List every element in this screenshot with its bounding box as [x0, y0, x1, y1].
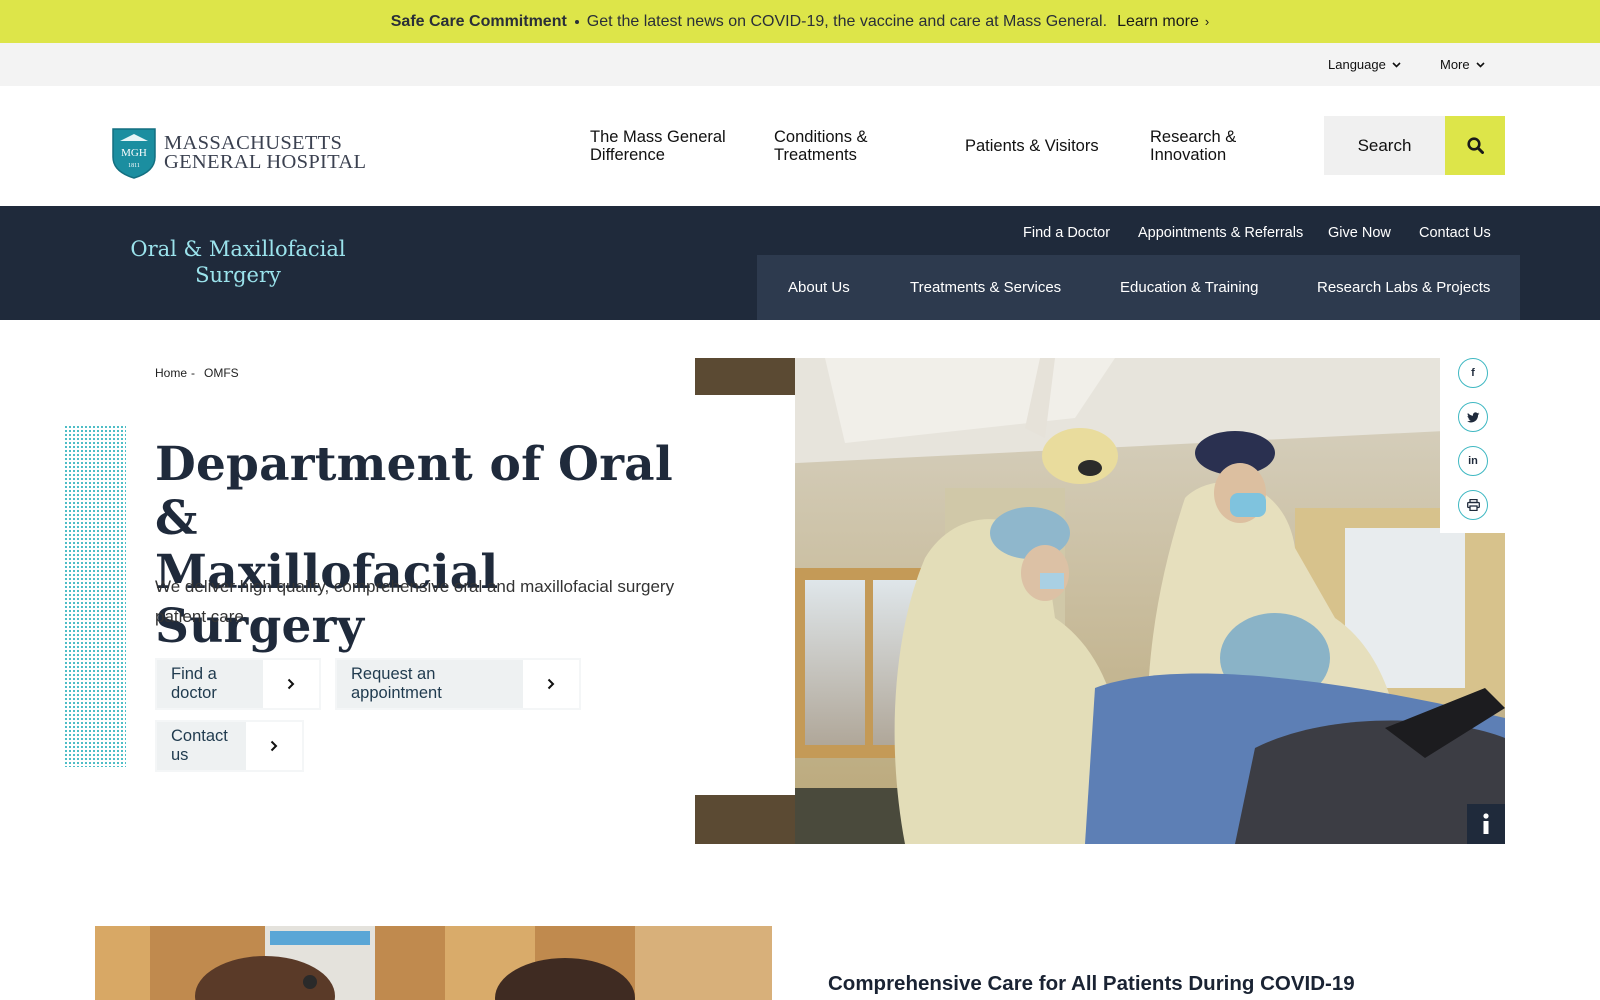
alert-separator-dot — [574, 19, 579, 24]
twitter-icon — [1466, 411, 1479, 422]
linkedin-share-button[interactable]: in — [1458, 446, 1488, 476]
language-label: Language — [1328, 57, 1386, 72]
breadcrumb-home[interactable]: Home — [155, 366, 187, 380]
contact-us-button[interactable]: Contact us — [155, 720, 304, 772]
image-info-button[interactable] — [1467, 804, 1505, 844]
page-title-line1: Department of Oral & — [155, 437, 673, 546]
arrow-right-icon — [523, 660, 579, 708]
request-appointment-button[interactable]: Request an appointment — [335, 658, 581, 710]
arrow-right-icon — [263, 660, 319, 708]
utility-bar: Language More — [0, 43, 1600, 86]
nav-label-line1: The Mass General — [590, 128, 726, 146]
hero-surgery-image — [695, 358, 1505, 844]
mgh-logo[interactable]: MGH 1811 MASSACHUSETTS GENERAL HOSPITAL — [112, 127, 366, 179]
nav-research-innovation[interactable]: Research & Innovation — [1150, 128, 1236, 164]
print-button[interactable] — [1458, 490, 1488, 520]
surgery-photo-illustration — [695, 358, 1505, 844]
learn-more-label: Learn more — [1117, 12, 1199, 30]
search-widget: Search — [1324, 116, 1505, 175]
button-label: Find a doctor — [171, 665, 217, 702]
alert-message: Get the latest news on COVID-19, the vac… — [586, 12, 1108, 30]
decorative-dot-pattern — [64, 425, 126, 767]
alert-bar: Safe Care Commitment Get the latest news… — [0, 0, 1600, 43]
appointments-referrals-link[interactable]: Appointments & Referrals — [1138, 225, 1303, 241]
site-header: MGH 1811 MASSACHUSETTS GENERAL HOSPITAL … — [0, 86, 1600, 206]
button-label: Contact us — [171, 727, 228, 764]
department-subnav: About Us Treatments & Services Education… — [757, 255, 1520, 320]
logo-line-2: GENERAL HOSPITAL — [164, 151, 367, 173]
arrow-right-icon — [246, 722, 302, 770]
section-title: Comprehensive Care for All Patients Duri… — [828, 972, 1355, 995]
department-name[interactable]: Oral & Maxillofacial Surgery — [120, 236, 356, 288]
shield-year: 1811 — [128, 163, 140, 169]
search-submit-button[interactable] — [1445, 116, 1505, 175]
hero-description: We deliver high quality, comprehensive o… — [155, 577, 675, 626]
department-nav-bar: Oral & Maxillofacial Surgery Find a Doct… — [0, 206, 1600, 320]
breadcrumb: Home - OMFS — [155, 366, 239, 380]
give-now-link[interactable]: Give Now — [1328, 225, 1391, 241]
nav-patients-visitors[interactable]: Patients & Visitors — [965, 137, 1099, 155]
breadcrumb-current: OMFS — [204, 366, 239, 380]
nav-label-line2: Treatments — [774, 146, 857, 164]
breadcrumb-separator: - — [191, 366, 196, 380]
subnav-treatments-services[interactable]: Treatments & Services — [910, 279, 1061, 296]
shield-initials: MGH — [121, 147, 147, 159]
facebook-share-button[interactable]: f — [1458, 358, 1488, 388]
nav-label-line2: Difference — [590, 146, 665, 164]
chevron-right-icon: › — [1204, 13, 1210, 29]
language-dropdown[interactable]: Language — [1328, 57, 1401, 72]
chevron-down-icon — [1476, 61, 1485, 68]
alert-title: Safe Care Commitment — [390, 12, 567, 30]
covid-care-photo-illustration — [95, 926, 772, 1000]
nav-label-line1: Research & — [1150, 128, 1237, 146]
twitter-share-button[interactable] — [1458, 402, 1488, 432]
mgh-shield-icon: MGH 1811 — [112, 128, 156, 179]
contact-us-link[interactable]: Contact Us — [1419, 225, 1491, 241]
nav-label-line1: Patients & Visitors — [965, 137, 1099, 155]
learn-more-link[interactable]: Learn more › — [1117, 13, 1209, 31]
facebook-icon: f — [1471, 367, 1475, 379]
subnav-research-labs-projects[interactable]: Research Labs & Projects — [1317, 279, 1490, 296]
chevron-down-icon — [1392, 61, 1401, 68]
nav-label-line1: Conditions & — [774, 128, 868, 146]
linkedin-icon: in — [1468, 455, 1478, 467]
info-icon — [1483, 813, 1489, 834]
nav-mass-general-difference[interactable]: The Mass General Difference — [590, 128, 726, 164]
search-button-label[interactable]: Search — [1324, 116, 1445, 175]
department-name-line1: Oral & Maxillofacial — [130, 237, 346, 261]
image-notch — [695, 395, 795, 795]
find-a-doctor-link[interactable]: Find a Doctor — [1023, 225, 1110, 241]
department-name-line2: Surgery — [195, 263, 281, 287]
subnav-about-us[interactable]: About Us — [788, 279, 850, 296]
share-bar: f in — [1440, 338, 1505, 533]
more-dropdown[interactable]: More — [1440, 57, 1485, 72]
covid-care-image — [95, 926, 772, 1000]
print-icon — [1466, 499, 1480, 511]
button-label: Request an appointment — [351, 665, 442, 702]
find-a-doctor-button[interactable]: Find a doctor — [155, 658, 321, 710]
nav-conditions-treatments[interactable]: Conditions & Treatments — [774, 128, 868, 164]
more-label: More — [1440, 57, 1470, 72]
search-icon — [1466, 137, 1484, 154]
nav-label-line2: Innovation — [1150, 146, 1227, 164]
subnav-education-training[interactable]: Education & Training — [1120, 279, 1258, 296]
